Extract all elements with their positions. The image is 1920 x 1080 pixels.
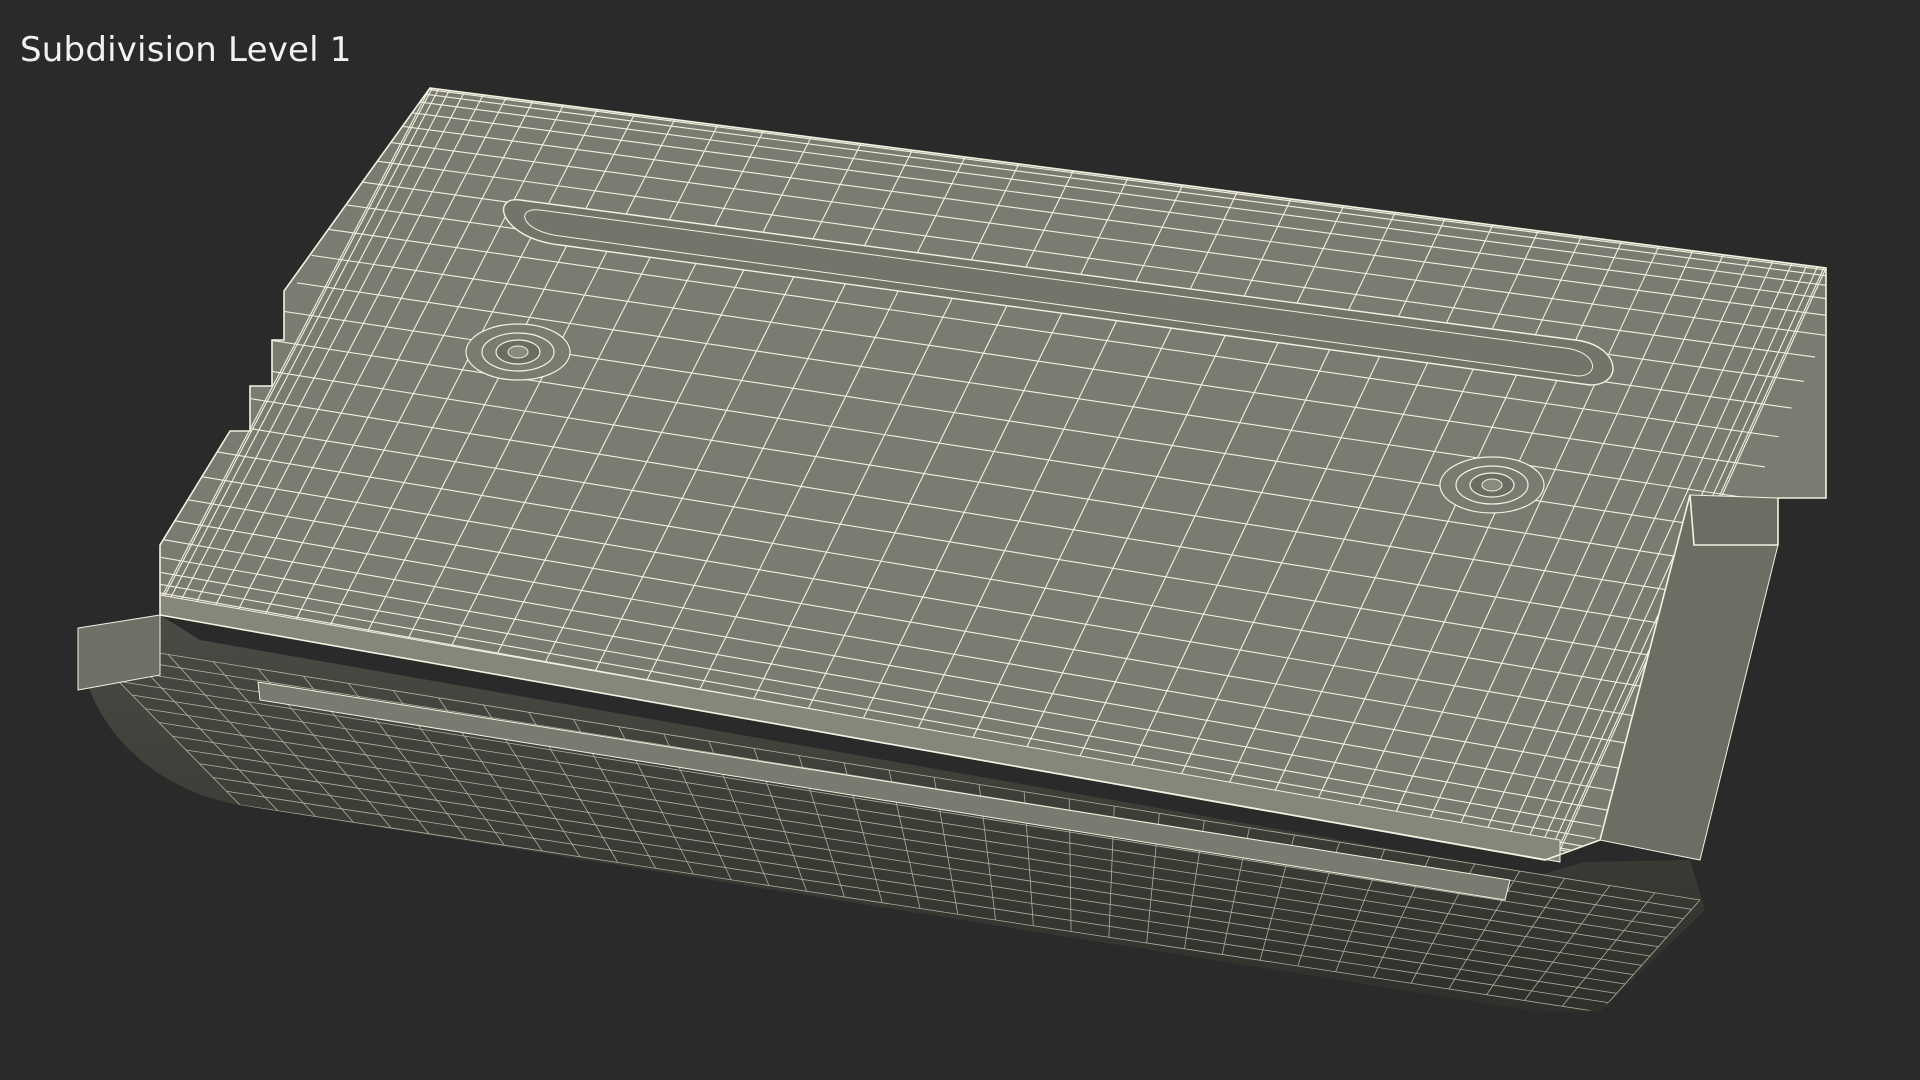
- screw-hole-left: [465, 323, 571, 381]
- wireframe-render: [77, 87, 1827, 1012]
- subdivision-level-label: Subdivision Level 1: [20, 30, 352, 70]
- screw-hole-right: [1439, 456, 1545, 514]
- render-viewport: Subdivision Level 1: [0, 0, 1920, 1080]
